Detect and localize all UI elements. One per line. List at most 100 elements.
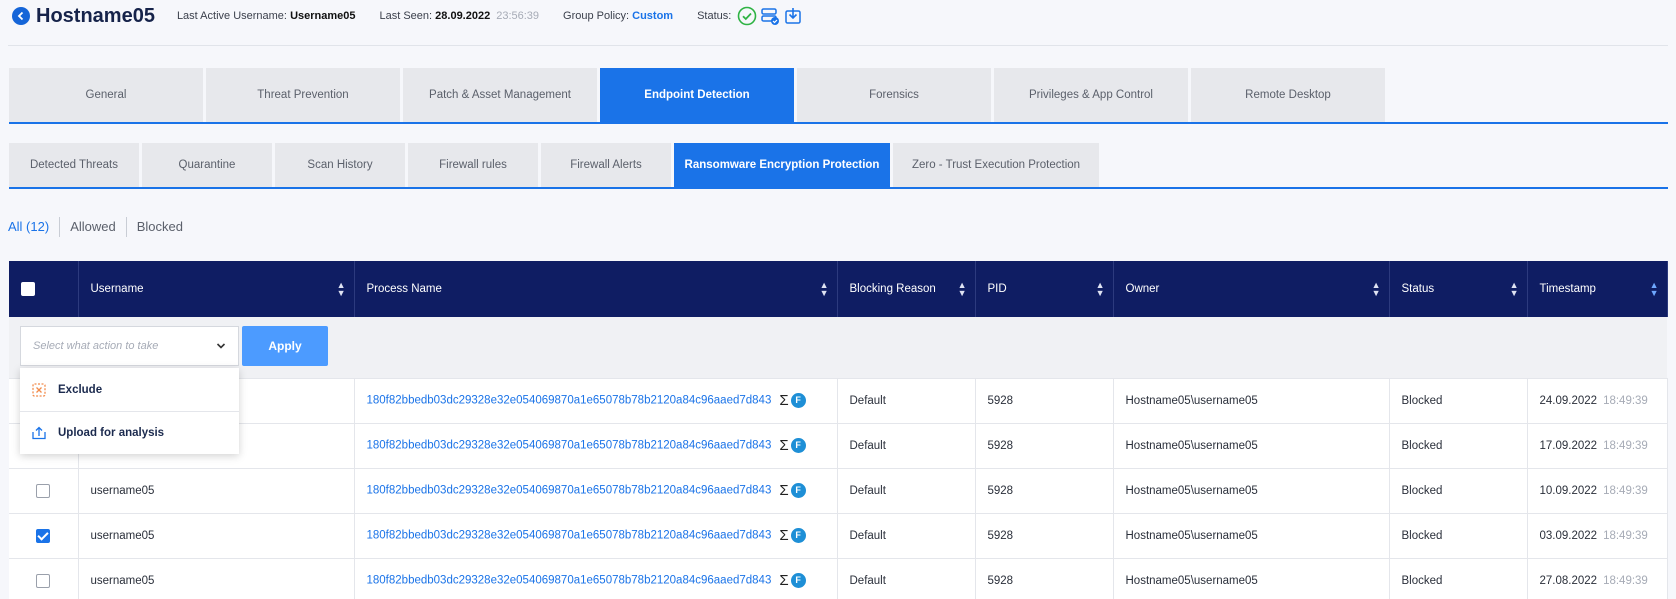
download-tray-icon [785,8,802,24]
file-badge-icon[interactable]: F [790,573,806,588]
menu-item-upload-for-analysis[interactable]: Upload for analysis [20,411,239,454]
last-active-label: Last Active Username: [176,10,287,22]
table-row[interactable]: username05 180f82bbedb03dc29328e32e05406… [9,558,1668,599]
row-checkbox[interactable] [36,528,51,543]
pid-cell: 5928 [975,558,1114,599]
timestamp-date: 17.09.2022 [1539,439,1598,452]
menu-item-exclude[interactable]: Exclude [20,368,239,411]
subtab-firewall-alerts[interactable]: Firewall Alerts [541,143,671,187]
sigma-icon[interactable]: Σ [779,437,788,454]
col-owner[interactable]: Owner ▲ ▼ [1113,261,1390,317]
timestamp-date: 27.08.2022 [1539,574,1598,587]
group-policy-link[interactable]: Custom [632,10,673,22]
row-checkbox[interactable] [36,483,51,498]
events-table: Username ▲ ▼ Process Name ▲ ▼ Blocking Reaso… [9,261,1668,599]
select-all-checkbox[interactable] [21,282,35,296]
last-seen-time: 23:56:39 [496,10,540,22]
sort-icon[interactable]: ▲ ▼ [958,281,967,298]
file-badge-icon[interactable]: F [790,528,806,543]
file-badge-icon[interactable]: F [790,483,806,498]
tab-general[interactable]: General [9,68,203,122]
subtab-detected-threats[interactable]: Detected Threats [9,143,139,187]
file-badge-icon[interactable]: F [790,393,806,408]
sort-icon[interactable]: ▲ ▼ [1096,281,1105,298]
sort-icon[interactable]: ▲ ▼ [1510,281,1519,298]
tab-patch-asset-management[interactable]: Patch & Asset Management [403,68,597,122]
col-process-name[interactable]: Process Name ▲ ▼ [354,261,838,317]
process-link[interactable]: 180f82bbedb03dc29328e32e054069870a1e6507… [367,530,772,542]
process-link[interactable]: 180f82bbedb03dc29328e32e054069870a1e6507… [367,485,772,497]
process-link[interactable]: 180f82bbedb03dc29328e32e054069870a1e6507… [367,395,772,407]
owner-cell: Hostname05\username05 [1113,558,1390,599]
process-link[interactable]: 180f82bbedb03dc29328e32e054069870a1e6507… [367,575,772,587]
table-row[interactable]: username05 180f82bbedb03dc29328e32e05406… [9,513,1668,559]
subtab-firewall-rules[interactable]: Firewall rules [408,143,538,187]
last-active-value: Username05 [290,10,356,22]
status-info: Status: [697,6,803,26]
table-row[interactable]: username05 180f82bbedb03dc29328e32e05406… [9,468,1668,514]
row-checkbox[interactable] [36,573,51,588]
sort-icon[interactable]: ▲ ▼ [820,281,829,298]
action-select-placeholder: Select what action to take [33,340,159,352]
back-button[interactable] [12,7,30,25]
col-pid[interactable]: PID ▲ ▼ [975,261,1114,317]
last-seen-date: 28.09.2022 [435,10,491,22]
pid-cell: 5928 [975,468,1114,514]
subtab-ransomware-encryption-protection[interactable]: Ransomware Encryption Protection [674,143,890,187]
reason-cell: Default [837,378,976,424]
col-blocking-reason[interactable]: Blocking Reason ▲ ▼ [837,261,976,317]
subtab-zero-trust-execution-protection[interactable]: Zero - Trust Execution Protection [893,143,1099,187]
tab-remote-desktop[interactable]: Remote Desktop [1191,68,1385,122]
col-timestamp[interactable]: Timestamp ▲ ▼ [1527,261,1668,317]
timestamp-cell: 17.09.2022 18:49:39 [1527,423,1668,469]
tab-privileges-app-control[interactable]: Privileges & App Control [994,68,1188,122]
file-badge-icon[interactable]: F [790,438,806,453]
tab-endpoint-detection[interactable]: Endpoint Detection [600,68,794,122]
status-icons [737,6,803,26]
reason-cell: Default [837,468,976,514]
row-select-cell [9,468,79,514]
timestamp-time: 18:49:39 [1603,529,1648,542]
col-username[interactable]: Username ▲ ▼ [78,261,355,317]
process-cell: 180f82bbedb03dc29328e32e054069870a1e6507… [354,513,838,559]
sigma-icon[interactable]: Σ [779,527,788,544]
hostname-title: Hostname05 [36,4,155,27]
sigma-icon[interactable]: Σ [779,572,788,589]
owner-cell: Hostname05\username05 [1113,468,1390,514]
last-seen-label: Last Seen: [379,10,433,22]
pid-cell: 5928 [975,423,1114,469]
apply-button[interactable]: Apply [242,326,328,366]
action-select[interactable]: Select what action to take [20,326,239,366]
sigma-icon[interactable]: Σ [779,482,788,499]
process-link[interactable]: 180f82bbedb03dc29328e32e054069870a1e6507… [367,440,772,452]
col-blocking-reason-label: Blocking Reason [849,283,936,295]
menu-item-upload-label: Upload for analysis [58,427,165,439]
chevron-down-icon [216,343,226,349]
process-cell: 180f82bbedb03dc29328e32e054069870a1e6507… [354,558,838,599]
subtab-quarantine[interactable]: Quarantine [142,143,272,187]
tab-threat-prevention[interactable]: Threat Prevention [206,68,400,122]
col-status[interactable]: Status ▲ ▼ [1389,261,1528,317]
table-row[interactable]: username05 180f82bbedb03dc29328e32e05406… [9,378,1668,424]
sigma-icon[interactable]: Σ [779,392,788,409]
timestamp-cell: 10.09.2022 18:49:39 [1527,468,1668,514]
sort-icon[interactable]: ▲ ▼ [1372,281,1381,298]
filter-all[interactable]: All (12) [8,217,59,237]
username-cell: username05 [78,513,355,559]
filter-allowed[interactable]: Allowed [59,217,126,237]
col-timestamp-label: Timestamp [1539,283,1596,295]
owner-cell: Hostname05\username05 [1113,378,1390,424]
timestamp-time: 18:49:39 [1603,439,1648,452]
process-cell: 180f82bbedb03dc29328e32e054069870a1e6507… [354,423,838,469]
timestamp-date: 10.09.2022 [1539,484,1598,497]
sort-desc-icon[interactable]: ▲ ▼ [1650,281,1659,298]
check-circle-icon [738,6,757,26]
reason-cell: Default [837,423,976,469]
table-row[interactable]: username05 180f82bbedb03dc29328e32e05406… [9,423,1668,469]
timestamp-cell: 24.09.2022 18:49:39 [1527,378,1668,424]
tab-forensics[interactable]: Forensics [797,68,991,122]
subtab-scan-history[interactable]: Scan History [275,143,405,187]
filter-blocked[interactable]: Blocked [125,217,193,237]
timestamp-date: 03.09.2022 [1539,529,1598,542]
sort-icon[interactable]: ▲ ▼ [337,281,346,298]
